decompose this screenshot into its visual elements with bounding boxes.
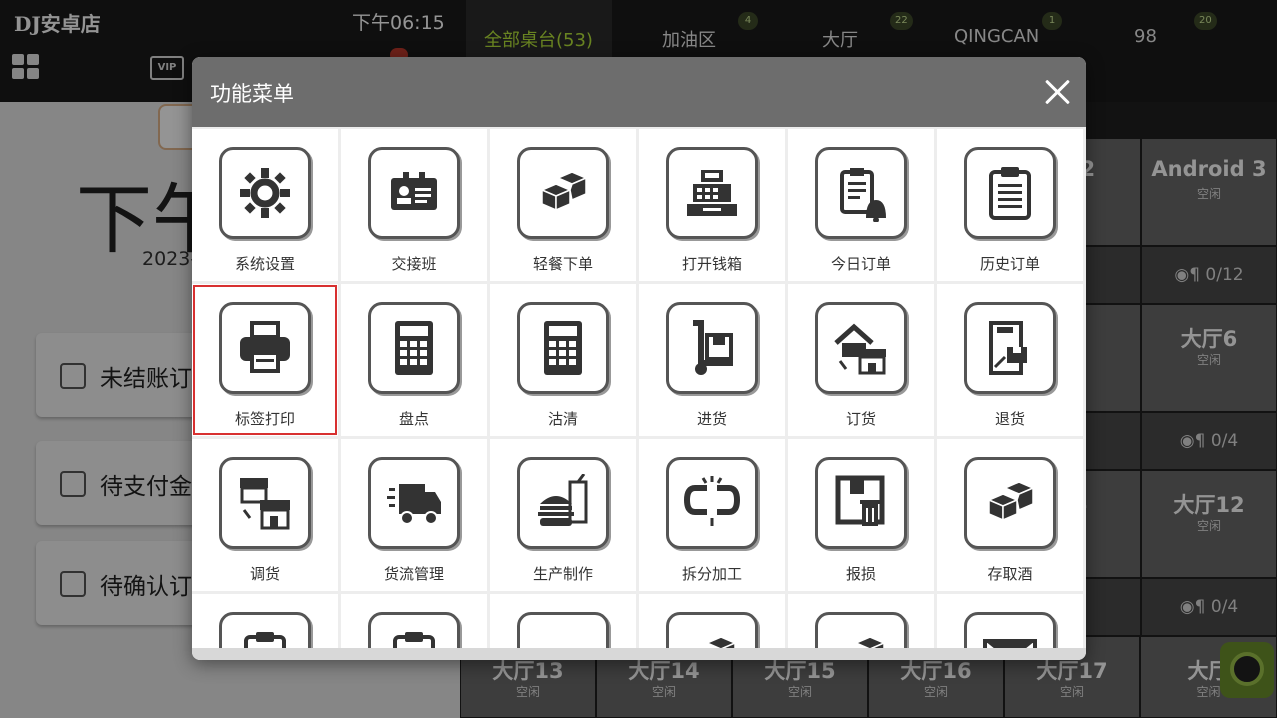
warehouse-store-icon (834, 323, 886, 375)
dialog-title: 功能菜单 (210, 82, 294, 106)
menu-item-label: 交接班 (391, 255, 437, 273)
menu-item[interactable]: 货流管理 (341, 439, 487, 591)
menu-item[interactable]: 存取酒 (937, 439, 1083, 591)
boxes-icon (705, 636, 737, 648)
menu-item[interactable] (937, 594, 1083, 648)
menu-item-label: 订货 (845, 410, 876, 428)
menu-item-label: 货流管理 (383, 565, 444, 583)
dialog-header: 功能菜单 (192, 57, 1086, 127)
menu-item[interactable] (639, 594, 785, 648)
menu-icon-frame (517, 302, 609, 394)
boxes-icon (854, 636, 886, 648)
menu-icon-frame (368, 612, 460, 648)
clipboard-list-icon (393, 632, 435, 648)
menu-icon-frame (517, 457, 609, 549)
menu-item[interactable] (192, 594, 338, 648)
menu-item-label: 历史订单 (979, 255, 1040, 273)
menu-item-label: 报损 (845, 565, 876, 583)
boxes-icon (987, 481, 1035, 522)
menu-icon-frame (517, 612, 609, 648)
hand-truck-icon (693, 320, 733, 375)
close-button[interactable] (1042, 77, 1072, 107)
menu-item-label: 盘点 (398, 410, 429, 428)
menu-item-label: 系统设置 (234, 255, 295, 273)
cash-register-icon (687, 170, 737, 216)
menu-item[interactable]: 历史订单 (937, 129, 1083, 281)
menu-item[interactable]: 沽清 (490, 284, 636, 436)
id-card-icon (391, 172, 437, 210)
menu-item[interactable] (788, 594, 934, 648)
menu-item[interactable]: 交接班 (341, 129, 487, 281)
menu-item[interactable]: 生产制作 (490, 439, 636, 591)
calculator-icon (395, 321, 433, 375)
menu-item-label: 沽清 (547, 410, 578, 428)
menu-icon-frame (368, 147, 460, 239)
menu-icon-frame (219, 147, 311, 239)
menu-icon-frame (666, 457, 758, 549)
menu-item[interactable]: 进货 (639, 284, 785, 436)
menu-item[interactable]: 报损 (788, 439, 934, 591)
menu-icon-frame (666, 612, 758, 648)
menu-item-label: 打开钱箱 (681, 255, 742, 273)
exit-door-box-icon (989, 321, 1027, 375)
menu-item[interactable]: 今日订单 (788, 129, 934, 281)
menu-icon-frame (815, 147, 907, 239)
clipboard-list-icon (244, 632, 286, 648)
clipboard-bell-icon (840, 168, 886, 222)
menu-icon-frame (964, 147, 1056, 239)
menu-icon-frame (815, 457, 907, 549)
menu-icon-frame (517, 147, 609, 239)
clipboard-list-icon (989, 167, 1031, 220)
menu-item[interactable]: 订货 (788, 284, 934, 436)
menu-item[interactable]: 盘点 (341, 284, 487, 436)
menu-item-label: 标签打印 (234, 410, 295, 428)
menu-item[interactable]: 系统设置 (192, 129, 338, 281)
menu-icon-frame (219, 612, 311, 648)
menu-item[interactable]: 调货 (192, 439, 338, 591)
stores-transfer-icon (240, 478, 290, 530)
menu-icon-frame (666, 302, 758, 394)
menu-item[interactable]: 轻餐下单 (490, 129, 636, 281)
menu-icon-frame (964, 457, 1056, 549)
box-trash-icon (835, 475, 885, 526)
menu-item-label: 轻餐下单 (532, 255, 593, 273)
menu-item[interactable]: 拆分加工 (639, 439, 785, 591)
menu-icon-frame (368, 457, 460, 549)
function-menu-dialog: 功能菜单 系统设置 交接班 轻餐下单 打开钱箱 今日订单 历史订单标签打印 盘点 沽清 进货 订货… (192, 57, 1086, 660)
menu-icon-frame (219, 457, 311, 549)
menu-icon-frame (815, 302, 907, 394)
menu-icon-frame (964, 612, 1056, 648)
menu-item[interactable]: 打开钱箱 (639, 129, 785, 281)
menu-item-label: 生产制作 (532, 565, 593, 583)
menu-item-label: 调货 (249, 565, 280, 583)
menu-item[interactable]: 标签打印 (192, 284, 338, 436)
menu-item-label: 拆分加工 (681, 565, 742, 583)
envelope-icon (983, 639, 1037, 648)
delivery-truck-icon (387, 484, 441, 525)
printer-icon (240, 321, 290, 373)
menu-icon-frame (964, 302, 1056, 394)
menu-item-label: 存取酒 (987, 565, 1033, 583)
menu-item[interactable] (490, 594, 636, 648)
dialog-scroll-edge (192, 648, 1086, 660)
menu-item-label: 进货 (696, 410, 727, 428)
gear-icon (240, 168, 290, 218)
menu-icon-frame (368, 302, 460, 394)
burger-drink-icon (538, 474, 588, 526)
menu-item[interactable]: 退货 (937, 284, 1083, 436)
function-grid: 系统设置 交接班 轻餐下单 打开钱箱 今日订单 历史订单标签打印 盘点 沽清 进货 订货 退货调货 货… (192, 127, 1086, 648)
menu-item-label: 今日订单 (830, 255, 891, 273)
calculator-icon (544, 321, 582, 375)
promo-icon (534, 629, 592, 648)
menu-icon-frame (219, 302, 311, 394)
menu-item-label: 退货 (994, 410, 1025, 428)
broken-link-icon (683, 476, 741, 526)
boxes-icon (540, 171, 588, 212)
menu-item[interactable] (341, 594, 487, 648)
menu-icon-frame (815, 612, 907, 648)
menu-icon-frame (666, 147, 758, 239)
